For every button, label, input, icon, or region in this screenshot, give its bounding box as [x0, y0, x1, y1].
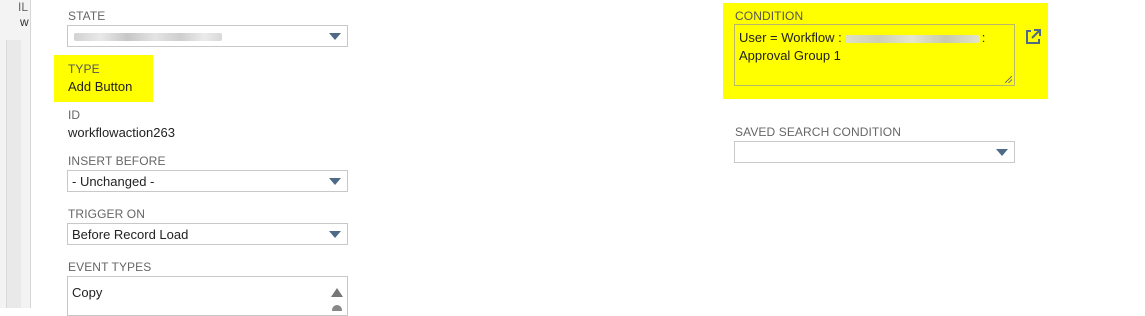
background-panel: IL w	[0, 0, 31, 308]
event-types-label: EVENT TYPES	[68, 260, 152, 274]
chevron-down-icon	[329, 33, 341, 40]
saved-search-condition-label: SAVED SEARCH CONDITION	[735, 125, 901, 139]
event-type-item[interactable]: Copy	[72, 285, 102, 300]
background-scrollbar[interactable]	[6, 40, 21, 308]
chevron-down-icon	[329, 178, 341, 185]
trigger-on-label: TRIGGER ON	[68, 207, 146, 221]
insert-before-select[interactable]: - Unchanged -	[67, 170, 348, 192]
state-select[interactable]	[67, 25, 348, 47]
background-label: IL	[18, 0, 29, 14]
id-label: ID	[68, 108, 81, 122]
condition-textarea[interactable]: User = Workflow :: Approval Group 1	[734, 24, 1015, 86]
background-value: w	[20, 15, 29, 29]
state-value-redacted	[74, 33, 222, 41]
trigger-on-value: Before Record Load	[72, 227, 189, 242]
scroll-thumb[interactable]	[332, 305, 342, 311]
resize-grip-icon[interactable]	[1005, 76, 1012, 83]
condition-prefix: User = Workflow :	[739, 30, 842, 45]
external-link-icon[interactable]	[1024, 28, 1042, 46]
saved-search-condition-select[interactable]	[734, 141, 1015, 163]
trigger-on-select[interactable]: Before Record Load	[67, 223, 348, 245]
id-value: workflowaction263	[68, 125, 175, 140]
insert-before-label: INSERT BEFORE	[68, 154, 166, 168]
condition-label: CONDITION	[735, 9, 804, 23]
event-types-listbox[interactable]: Copy	[67, 276, 348, 316]
insert-before-value: - Unchanged -	[72, 174, 155, 189]
condition-line-1: User = Workflow ::	[739, 29, 985, 46]
scroll-up-icon[interactable]	[331, 288, 343, 297]
state-label: STATE	[68, 9, 106, 23]
type-value: Add Button	[68, 79, 133, 94]
condition-line-2: Approval Group 1	[739, 48, 841, 63]
chevron-down-icon	[996, 149, 1008, 156]
chevron-down-icon	[329, 231, 341, 238]
type-label: TYPE	[68, 62, 100, 76]
condition-redacted	[844, 34, 979, 43]
condition-suffix: :	[981, 30, 986, 45]
